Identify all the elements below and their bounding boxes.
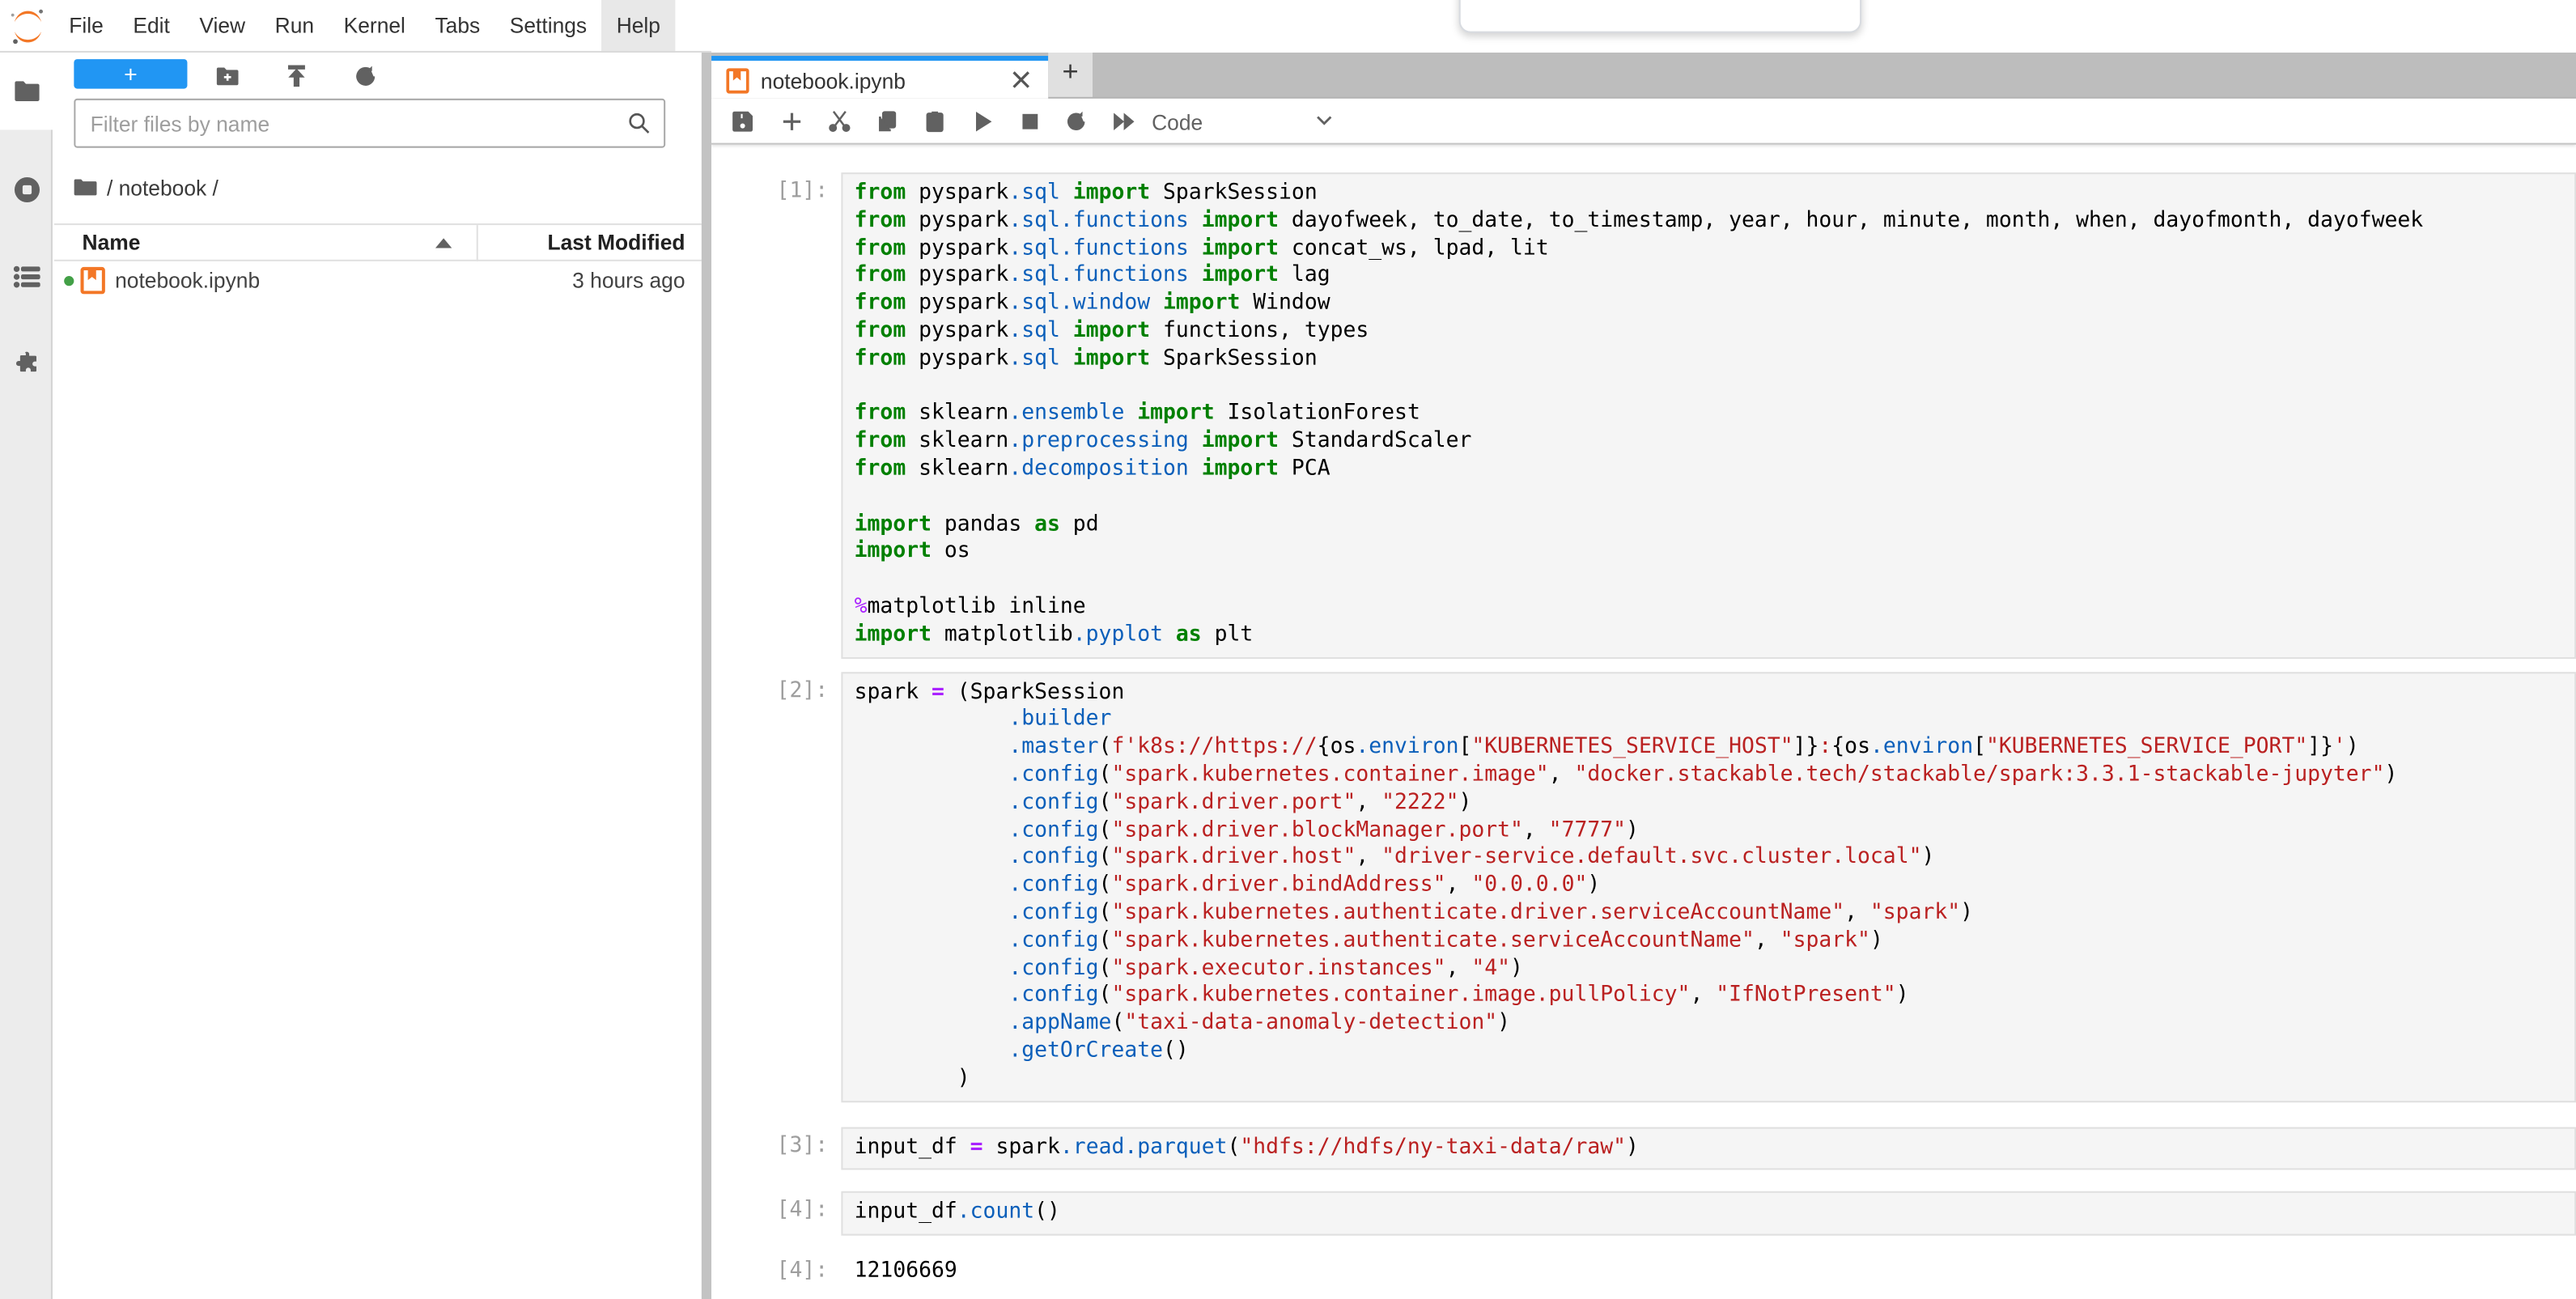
cut-icon xyxy=(828,110,851,133)
new-folder-icon xyxy=(214,63,239,87)
breadcrumb[interactable]: / notebook / xyxy=(74,171,219,204)
restart-kernel-button[interactable] xyxy=(1056,104,1096,140)
sidebar-tab-file-browser[interactable] xyxy=(0,53,54,129)
menu-item-settings[interactable]: Settings xyxy=(495,0,602,53)
output-text: 12106669 xyxy=(841,1252,2576,1293)
list-icon xyxy=(12,263,40,291)
github-popup: github.com xyxy=(1459,0,1861,33)
output-prompt: [4]: xyxy=(711,1252,841,1293)
filter-box xyxy=(74,99,665,148)
menu-items: FileEditViewRunKernelTabsSettingsHelp xyxy=(54,0,675,53)
menu-bar: FileEditViewRunKernelTabsSettingsHelp xyxy=(0,0,2576,53)
column-divider xyxy=(477,225,478,261)
cell-type-value: Code xyxy=(1152,109,1203,134)
sidebar-tab-table-of-contents[interactable] xyxy=(0,238,53,315)
kernel-running-dot xyxy=(64,276,74,286)
close-icon[interactable] xyxy=(1012,70,1030,88)
menu-item-file[interactable]: File xyxy=(54,0,118,53)
refresh-icon xyxy=(352,63,376,87)
menu-item-view[interactable]: View xyxy=(185,0,260,53)
upload-button[interactable] xyxy=(278,61,314,91)
notebook-file-icon xyxy=(80,266,104,295)
run-button[interactable] xyxy=(963,104,1003,140)
copy-icon xyxy=(876,110,898,133)
refresh-button[interactable] xyxy=(346,61,383,91)
file-row[interactable]: notebook.ipynb 3 hours ago xyxy=(54,261,702,299)
filter-files-input[interactable] xyxy=(91,102,617,145)
new-folder-button[interactable] xyxy=(209,61,245,91)
run-all-button[interactable] xyxy=(1104,104,1144,140)
notebook-toolbar: Code xyxy=(711,99,2576,145)
notebook-file-icon xyxy=(726,67,749,93)
breadcrumb-path: / notebook / xyxy=(107,175,219,199)
cell-input-area[interactable]: input_df = spark.read.parquet("hdfs://hd… xyxy=(841,1127,2576,1170)
save-button[interactable] xyxy=(723,104,762,140)
tab-notebook[interactable]: notebook.ipynb xyxy=(711,56,1048,99)
cell-input-area[interactable]: input_df.count() xyxy=(841,1191,2576,1235)
menu-item-run[interactable]: Run xyxy=(260,0,329,53)
file-listing: notebook.ipynb 3 hours ago xyxy=(54,261,702,299)
dock-tab-bar: notebook.ipynb + xyxy=(711,46,2576,99)
interrupt-button[interactable] xyxy=(1011,104,1050,140)
tab-label: notebook.ipynb xyxy=(761,69,906,93)
add-cell-button[interactable] xyxy=(772,104,812,140)
paste-cells-button[interactable] xyxy=(915,104,955,140)
cell-input-area[interactable]: spark = (SparkSession .builder .master(f… xyxy=(841,671,2576,1102)
save-icon xyxy=(731,110,753,133)
sidebar-tab-running-kernels[interactable] xyxy=(0,151,53,228)
panel-splitter[interactable] xyxy=(702,53,711,1299)
cell-input-area[interactable]: from pyspark.sql import SparkSession fro… xyxy=(841,172,2576,658)
code-cell: [2]:spark = (SparkSession .builder .mast… xyxy=(711,671,2576,1102)
run-icon xyxy=(971,110,994,133)
cell-prompt: [4]: xyxy=(711,1191,841,1235)
menu-item-help[interactable]: Help xyxy=(601,0,675,53)
code-cell: [3]:input_df = spark.read.parquet("hdfs:… xyxy=(711,1127,2576,1170)
code-cell: [1]:from pyspark.sql import SparkSession… xyxy=(711,172,2576,658)
sidebar-tab-extensions[interactable] xyxy=(0,324,53,401)
search-icon xyxy=(627,112,650,134)
folder-icon xyxy=(13,77,41,105)
cell-output: [4]:12106669 xyxy=(711,1252,2576,1293)
restart-icon xyxy=(1064,110,1087,133)
file-modified: 3 hours ago xyxy=(572,268,685,292)
puzzle-icon xyxy=(12,348,40,376)
new-launcher-button[interactable]: + xyxy=(74,59,187,89)
file-name: notebook.ipynb xyxy=(115,268,260,292)
column-name[interactable]: Name xyxy=(83,230,141,254)
stop-circle-icon xyxy=(12,176,40,204)
cell-prompt: [2]: xyxy=(711,671,841,1102)
cell-type-dropdown[interactable]: Code xyxy=(1152,104,1332,140)
menu-bar-border xyxy=(0,51,711,53)
add-cell-icon xyxy=(780,110,803,133)
notebook-content: [1]:from pyspark.sql import SparkSession… xyxy=(711,145,2576,1299)
sort-ascending-icon xyxy=(435,238,452,248)
file-browser-panel: + xyxy=(54,53,702,1299)
paste-icon xyxy=(923,110,946,133)
menu-item-tabs[interactable]: Tabs xyxy=(420,0,494,53)
upload-icon xyxy=(283,63,308,87)
activity-bar xyxy=(0,53,53,1299)
menu-item-edit[interactable]: Edit xyxy=(118,0,185,53)
folder-icon xyxy=(74,177,96,197)
cut-cells-button[interactable] xyxy=(820,104,859,140)
menu-item-kernel[interactable]: Kernel xyxy=(329,0,420,53)
column-last-modified[interactable]: Last Modified xyxy=(547,230,685,254)
chevron-down-icon xyxy=(1316,115,1332,126)
stop-icon xyxy=(1019,110,1042,133)
jupyter-logo xyxy=(8,6,48,46)
dock-panel: notebook.ipynb + xyxy=(711,46,2576,1299)
run-all-icon xyxy=(1112,110,1135,133)
file-listing-header: Name Last Modified xyxy=(54,223,702,261)
code-cell: [4]:input_df.count() xyxy=(711,1191,2576,1235)
cell-prompt: [1]: xyxy=(711,172,841,658)
copy-cells-button[interactable] xyxy=(868,104,907,140)
cell-prompt: [3]: xyxy=(711,1127,841,1170)
new-tab-button[interactable]: + xyxy=(1048,46,1093,97)
